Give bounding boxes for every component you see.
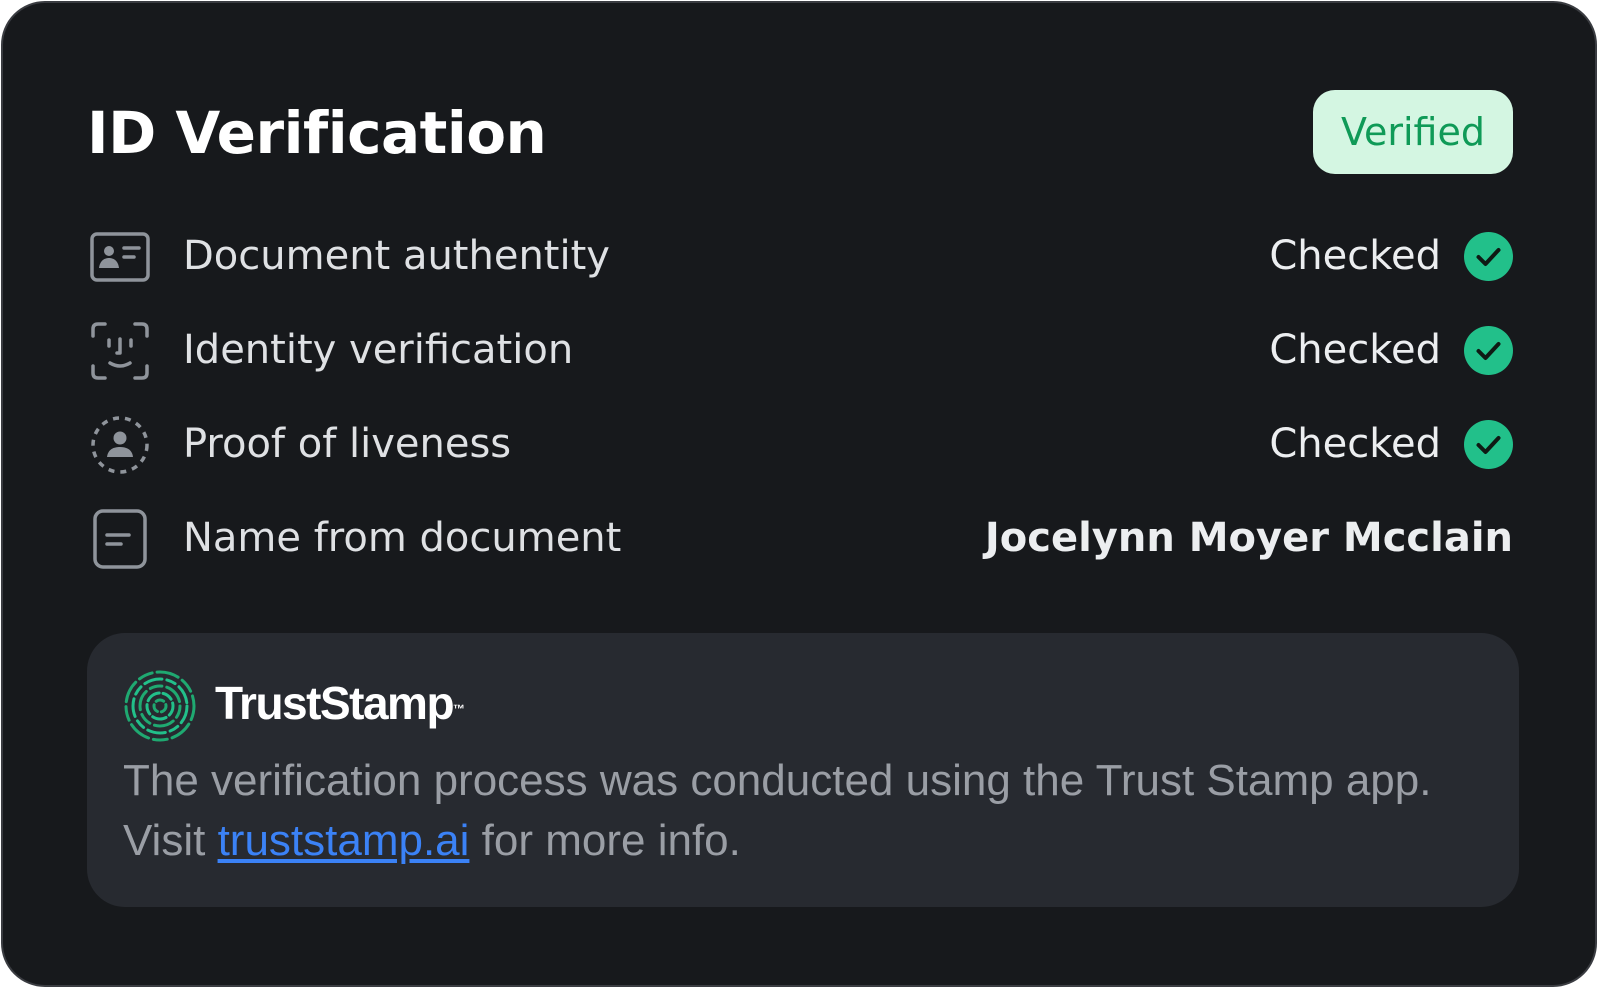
id-card-icon [89,226,151,288]
truststamp-link[interactable]: truststamp.ai [218,816,470,865]
check-label: Document authentity [183,233,610,279]
check-status: Checked [1269,421,1441,467]
check-label: Proof of liveness [183,421,512,467]
name-label: Name from document [183,515,622,561]
check-label: Identity verification [183,327,574,373]
check-status: Checked [1269,327,1441,373]
verified-status-badge: Verified [1312,90,1513,174]
face-scan-icon [89,320,151,382]
check-circle-icon [1464,326,1513,375]
check-status: Checked [1269,233,1441,279]
check-row-identity-verification: Identity verification Checked [89,315,1513,385]
name-from-document-row: Name from document Jocelynn Moyer Mcclai… [89,503,1513,573]
truststamp-wordmark: TrustStamp™ [215,677,466,729]
check-circle-icon [1464,420,1513,469]
provider-info-panel: TrustStamp™ The verification process was… [87,633,1519,907]
card-title: ID Verification [87,99,547,167]
id-verification-card: ID Verification Verified Document authen… [1,1,1597,987]
fingerprint-logo-icon [123,669,197,743]
check-row-document-authenticity: Document authentity Checked [89,221,1513,291]
check-row-proof-of-liveness: Proof of liveness Checked [89,409,1513,479]
document-lines-icon [89,508,151,570]
liveness-user-icon [89,414,151,476]
document-name-value: Jocelynn Moyer Mcclain [984,515,1513,561]
check-circle-icon [1464,232,1513,281]
provider-description: The verification process was conducted u… [123,756,1432,865]
